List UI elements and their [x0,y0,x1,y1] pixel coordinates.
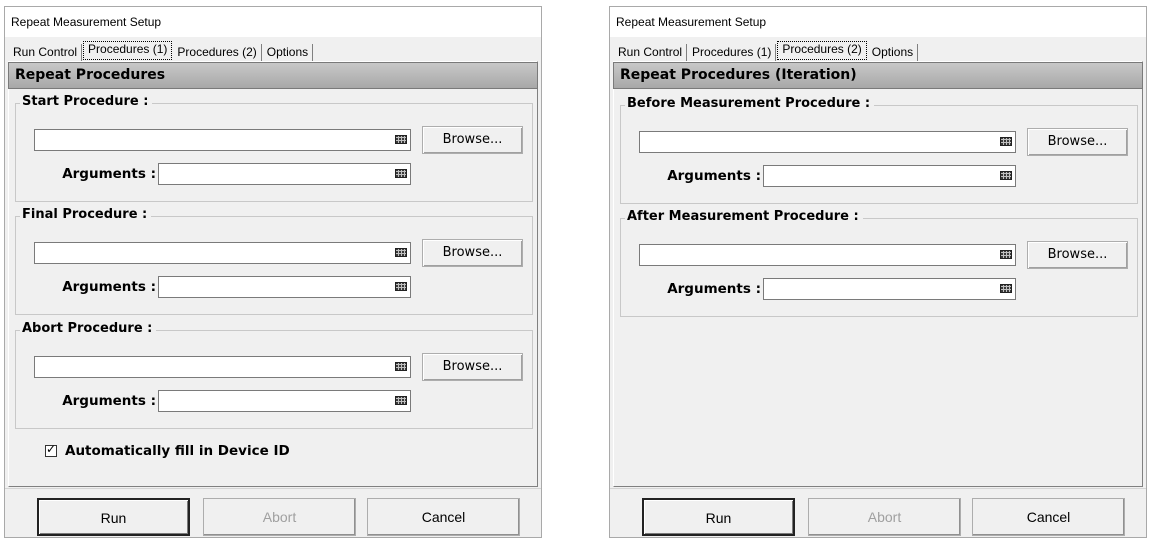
button-bar: Run Abort Cancel [610,488,1146,537]
group-title: Before Measurement Procedure : [625,96,875,111]
group-title: Start Procedure : [20,94,153,109]
before-measurement-path-input[interactable] [639,131,1016,153]
keyboard-icon[interactable] [395,282,407,291]
tab-run-control[interactable]: Run Control [9,44,83,62]
abort-procedure-arguments-input[interactable] [158,390,411,412]
arguments-label: Arguments : [62,279,156,295]
final-procedure-path-input[interactable] [34,242,411,264]
tab-procedures-2[interactable]: Procedures (2) [173,44,262,62]
final-procedure-group: Final Procedure : Browse... Arguments : [15,207,533,315]
abort-procedure-path-input[interactable] [34,356,411,378]
checkbox-checked-icon[interactable] [45,442,57,457]
final-procedure-arguments-input[interactable] [158,276,411,298]
after-measurement-path-input[interactable] [639,244,1016,266]
section-header: Repeat Procedures [8,62,538,89]
start-procedure-browse-button[interactable]: Browse... [422,126,523,154]
abort-procedure-group: Abort Procedure : Browse... Arguments : [15,321,533,429]
abort-button[interactable]: Abort [203,498,356,536]
after-measurement-arguments-input[interactable] [763,278,1016,300]
tab-strip: Run Control Procedures (1) Procedures (2… [9,40,314,62]
run-button[interactable]: Run [642,498,795,536]
group-title: After Measurement Procedure : [625,209,863,224]
window-title: Repeat Measurement Setup [610,7,1146,37]
group-title: Abort Procedure : [20,321,157,336]
keyboard-icon[interactable] [395,135,407,144]
final-procedure-browse-button[interactable]: Browse... [422,239,523,267]
abort-button[interactable]: Abort [808,498,961,536]
keyboard-icon[interactable] [395,396,407,405]
tab-run-control[interactable]: Run Control [614,44,688,62]
keyboard-icon[interactable] [395,362,407,371]
start-procedure-group: Start Procedure : Browse... Arguments : [15,94,533,202]
keyboard-icon[interactable] [1000,137,1012,146]
auto-fill-device-id-checkbox[interactable]: Automatically fill in Device ID [45,442,290,459]
window-title: Repeat Measurement Setup [5,7,541,37]
tab-procedures-2[interactable]: Procedures (2) [777,41,867,60]
tab-procedures-1[interactable]: Procedures (1) [688,44,777,62]
arguments-label: Arguments : [62,393,156,409]
run-button[interactable]: Run [37,498,190,536]
group-title: Final Procedure : [20,207,152,222]
keyboard-icon[interactable] [1000,171,1012,180]
arguments-label: Arguments : [62,166,156,182]
before-measurement-arguments-input[interactable] [763,165,1016,187]
section-header: Repeat Procedures (Iteration) [613,62,1143,89]
keyboard-icon[interactable] [1000,250,1012,259]
keyboard-icon[interactable] [395,169,407,178]
tab-options[interactable]: Options [868,44,919,62]
abort-procedure-browse-button[interactable]: Browse... [422,353,523,381]
checkbox-label: Automatically fill in Device ID [65,443,290,459]
keyboard-icon[interactable] [1000,284,1012,293]
arguments-label: Arguments : [667,281,761,297]
before-measurement-procedure-group: Before Measurement Procedure : Browse...… [620,96,1138,204]
tab-procedures-1[interactable]: Procedures (1) [83,41,173,60]
after-measurement-procedure-group: After Measurement Procedure : Browse... … [620,209,1138,317]
tab-strip: Run Control Procedures (1) Procedures (2… [614,40,919,62]
cancel-button[interactable]: Cancel [972,498,1125,536]
repeat-setup-dialog-procedures-2: Repeat Measurement Setup Run Control Pro… [609,6,1147,538]
before-measurement-browse-button[interactable]: Browse... [1027,128,1128,156]
cancel-button[interactable]: Cancel [367,498,520,536]
tab-options[interactable]: Options [263,44,314,62]
after-measurement-browse-button[interactable]: Browse... [1027,241,1128,269]
button-bar: Run Abort Cancel [5,488,541,537]
start-procedure-arguments-input[interactable] [158,163,411,185]
arguments-label: Arguments : [667,168,761,184]
repeat-setup-dialog-procedures-1: Repeat Measurement Setup Run Control Pro… [4,6,542,538]
keyboard-icon[interactable] [395,248,407,257]
start-procedure-path-input[interactable] [34,129,411,151]
